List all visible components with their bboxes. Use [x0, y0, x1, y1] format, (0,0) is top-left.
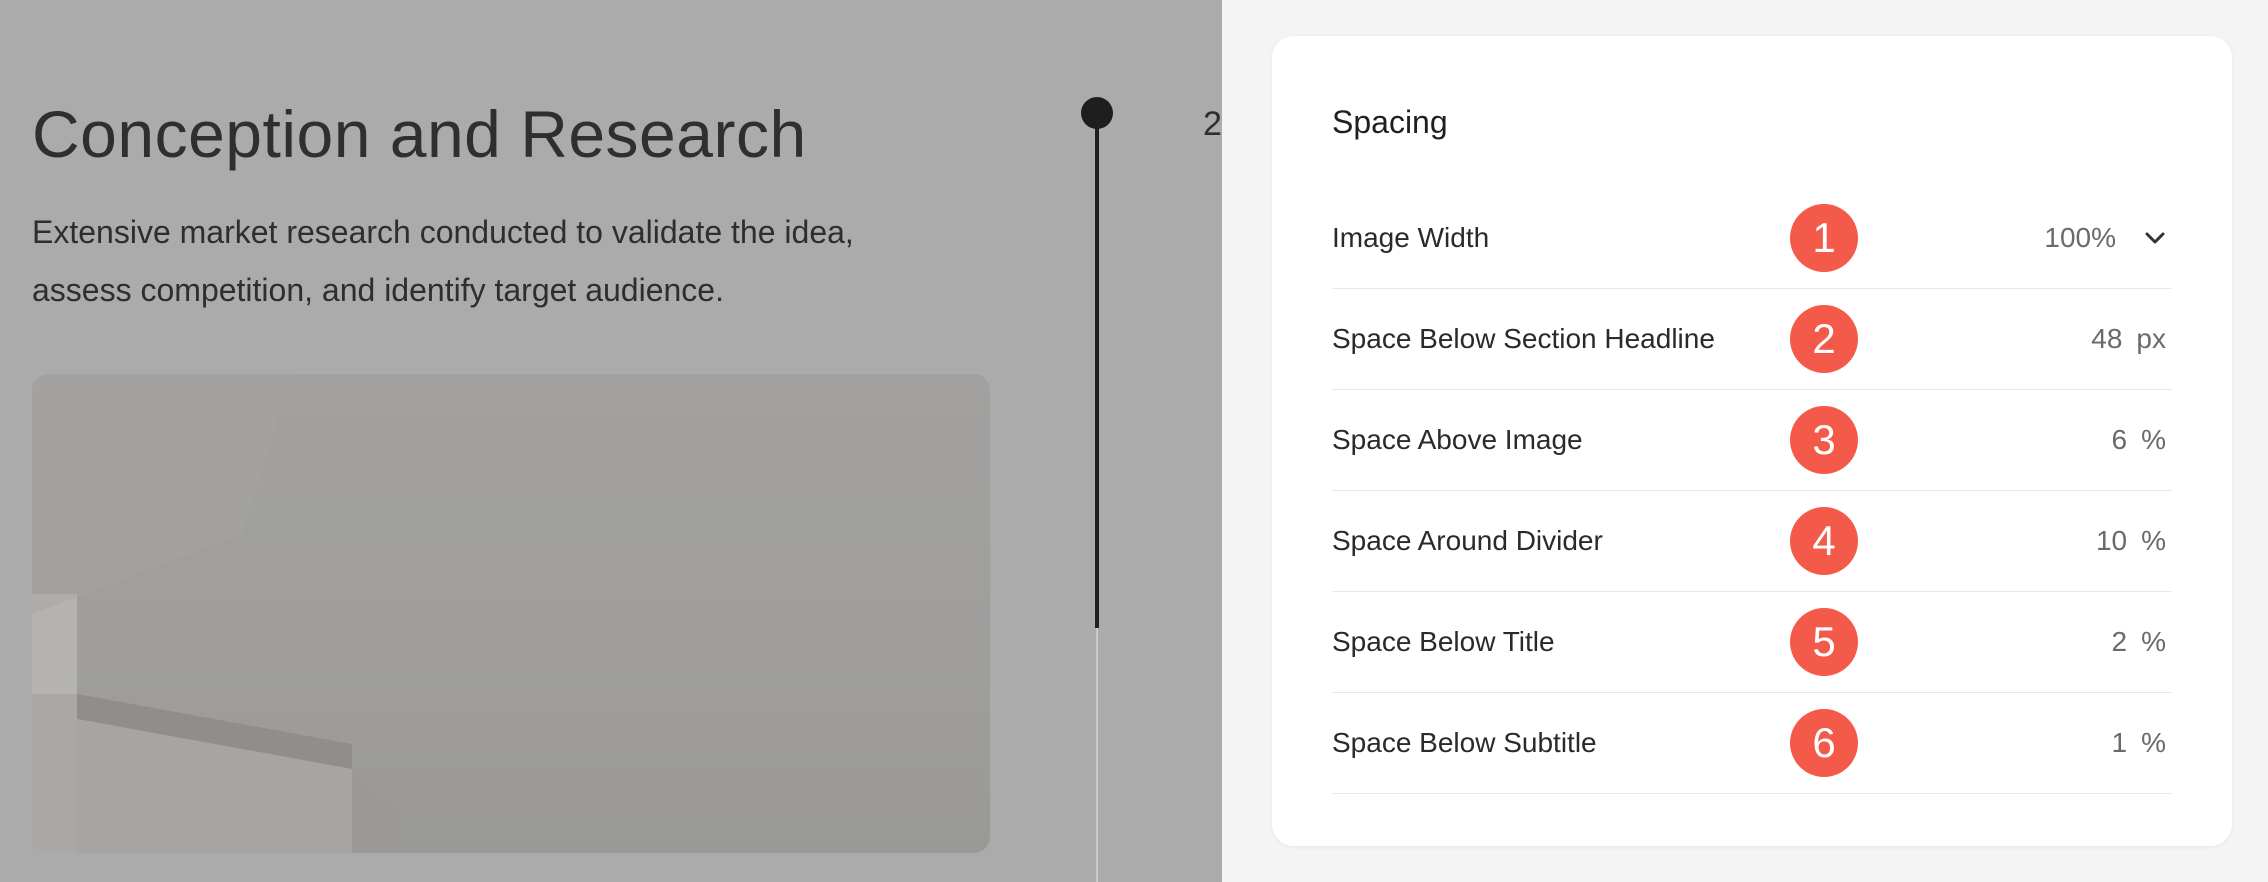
page-preview: Conception and Research Extensive market…	[0, 0, 1222, 882]
value-text: 1	[2111, 727, 2128, 758]
step-badge: 5	[1790, 608, 1858, 676]
value-text: 10	[2095, 525, 2128, 556]
value-input[interactable]: 6 %	[2112, 390, 2166, 490]
description-line-1: Extensive market research conducted to v…	[32, 214, 854, 250]
spacing-rows: Image Width 1 100% Space Below Section H…	[1332, 188, 2172, 794]
timeline-number: 2	[1203, 105, 1222, 143]
image-width-select[interactable]: 100%	[2044, 188, 2166, 288]
timeline-line	[1095, 112, 1099, 628]
value-input[interactable]: 1 %	[2112, 693, 2166, 793]
description-line-2: assess competition, and identify target …	[32, 272, 724, 308]
row-space-around-divider: Space Around Divider 4 10 %	[1332, 491, 2172, 592]
unit-label: %	[2141, 424, 2166, 455]
unit-label: %	[2141, 727, 2166, 758]
value-text: 2	[2111, 626, 2128, 657]
value-input[interactable]: 10 %	[2096, 491, 2166, 591]
step-badge: 6	[1790, 709, 1858, 777]
row-space-below-subtitle: Space Below Subtitle 6 1 %	[1332, 693, 2172, 794]
row-label: Space Above Image	[1332, 424, 1583, 455]
value-text: 48	[2091, 323, 2123, 354]
section-title: Conception and Research	[32, 97, 807, 171]
spacing-panel: Spacing Image Width 1 100% Space Below S…	[1272, 36, 2232, 846]
section-image	[32, 374, 990, 853]
stairs-illustration	[32, 374, 402, 853]
unit-label: px	[2136, 323, 2166, 354]
row-image-width[interactable]: Image Width 1 100%	[1332, 188, 2172, 289]
row-label: Space Below Title	[1332, 626, 1555, 657]
step-badge: 1	[1790, 204, 1858, 272]
value-input[interactable]: 48 px	[2091, 289, 2166, 389]
value-text: 100%	[2044, 222, 2116, 253]
section-description: Extensive market research conducted to v…	[32, 203, 992, 319]
row-label: Space Below Section Headline	[1332, 323, 1715, 354]
chevron-down-icon[interactable]	[2144, 231, 2166, 245]
step-badge: 2	[1790, 305, 1858, 373]
step-badge: 3	[1790, 406, 1858, 474]
timeline-dot	[1081, 97, 1113, 129]
timeline-line-faint	[1096, 628, 1098, 882]
unit-label: %	[2141, 525, 2166, 556]
value-text: 6	[2111, 424, 2128, 455]
row-space-below-title: Space Below Title 5 2 %	[1332, 592, 2172, 693]
row-label: Image Width	[1332, 222, 1490, 253]
row-space-below-section-headline: Space Below Section Headline 2 48 px	[1332, 289, 2172, 390]
row-space-above-image: Space Above Image 3 6 %	[1332, 390, 2172, 491]
step-badge: 4	[1790, 507, 1858, 575]
row-label: Space Below Subtitle	[1332, 727, 1597, 758]
value-input[interactable]: 2 %	[2112, 592, 2166, 692]
unit-label: %	[2141, 626, 2166, 657]
row-label: Space Around Divider	[1332, 525, 1603, 556]
panel-title: Spacing	[1332, 104, 1448, 140]
